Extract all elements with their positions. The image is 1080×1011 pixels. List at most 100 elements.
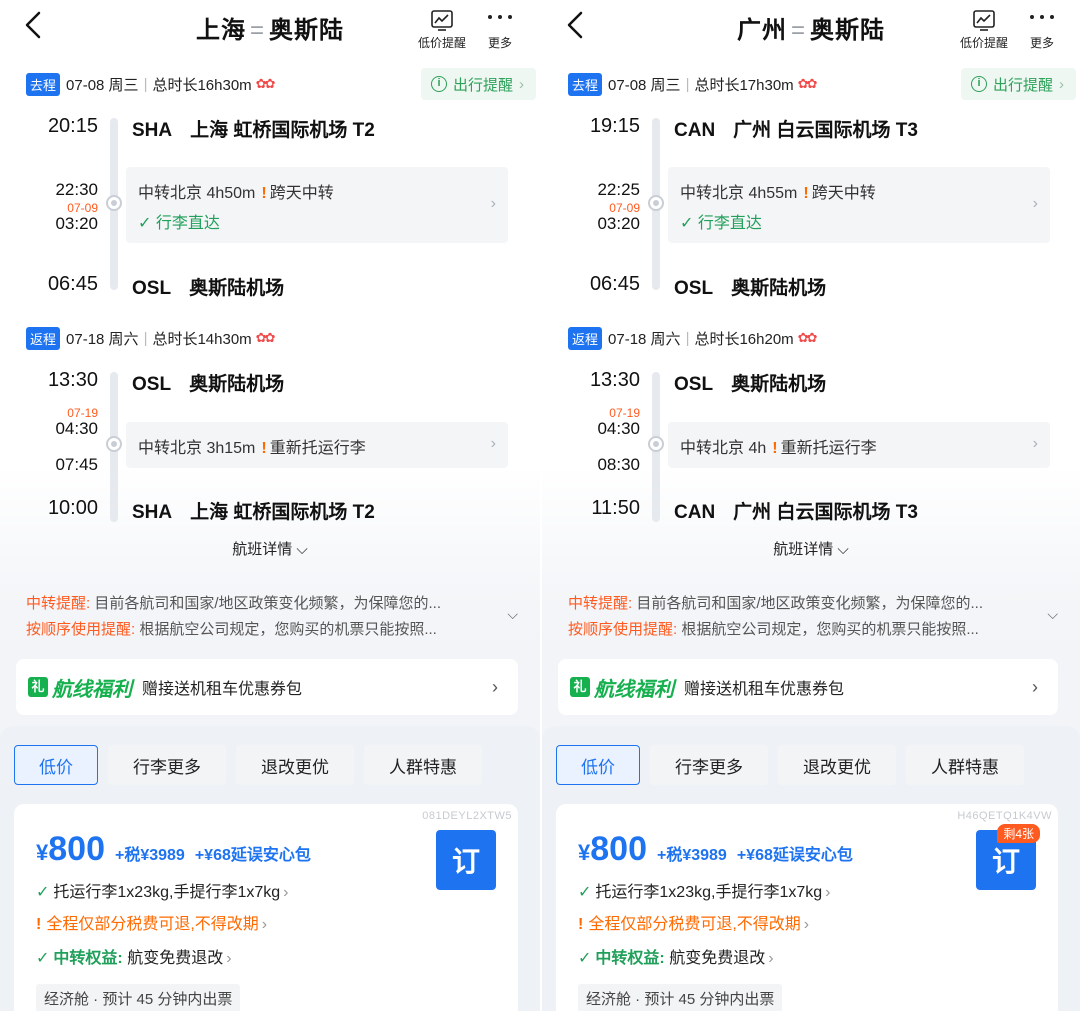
airline-logo-icon: ✿✿ [255, 76, 276, 91]
baggage-row[interactable]: ✓ 托运行李1x23kg,手提行李1x7kg › [578, 878, 830, 902]
more-button[interactable]: 更多 [480, 8, 520, 51]
route-benefit-banner[interactable]: 礼 航线福利 赠接送机租车优惠券包 › [558, 659, 1058, 715]
outbound-transfer: 中转北京 4h50m [138, 185, 256, 202]
title-origin: 上海 [195, 17, 246, 44]
outbound-dep-code: SHA [132, 120, 173, 141]
chevron-down-icon: ⌵ [833, 541, 849, 558]
outbound-transfer-box[interactable]: 中转北京 4h50m! 跨天中转 ✓ 行李直达 › [126, 167, 508, 243]
tab-low-price[interactable]: 低价 [556, 745, 640, 785]
inbound-transfer-box[interactable]: 中转北京 4h! 重新托运行李 › [668, 422, 1050, 468]
inbound-tag: 返程 [568, 326, 603, 350]
outbound-luggage-line: ✓ 行李直达 [138, 209, 220, 233]
outbound-tag: 去程 [568, 72, 603, 96]
outbound-mid-dep-time: 03:20 [55, 214, 98, 233]
tab-better-refund[interactable]: 退改更优 [236, 745, 354, 785]
travel-reminder-button[interactable]: i 出行提醒 › [960, 68, 1076, 100]
outbound-transfer: 中转北京 4h55m [680, 185, 798, 202]
tab-group-deals[interactable]: 人群特惠 [364, 745, 482, 785]
transfer-notice: 中转提醒: 目前各航司和国家/地区政策变化频繁，为保障您的... [26, 592, 490, 613]
tab-more-baggage[interactable]: 行李更多 [650, 745, 768, 785]
baggage-row[interactable]: ✓ 托运行李1x23kg,手提行李1x7kg › [36, 878, 288, 902]
outbound-transfer-box[interactable]: 中转北京 4h55m! 跨天中转 ✓ 行李直达 › [668, 167, 1050, 243]
outbound-date: 07-08 周三 [608, 76, 681, 94]
outbound-arr-airport-name: 奥斯陆机场 [189, 278, 285, 299]
notice-expand-icon[interactable]: ⌵ [1047, 606, 1058, 623]
price-alert-button[interactable]: 低价提醒 [412, 8, 472, 51]
flight-panel-shanghai: 上海 = 奥斯陆 低价提醒 更多 去程 07-08 周三 | 总时长16h30m ✿… [0, 0, 540, 1011]
cabin-info: 经济舱 · 预计 45 分钟内出票 [578, 984, 783, 1011]
gift-icon: 礼 [28, 677, 48, 697]
rights-row[interactable]: ✓ 中转权益: 航变免费退改 › [578, 944, 774, 968]
check-icon: ✓ [138, 215, 156, 232]
price-alert-label: 低价提醒 [959, 36, 1008, 50]
travel-reminder-button[interactable]: i 出行提醒 › [420, 68, 536, 100]
tickets-left-badge: 剩4张 [997, 824, 1040, 843]
inbound-dep-time: 13:30 [47, 369, 98, 391]
tab-group-deals[interactable]: 人群特惠 [906, 745, 1024, 785]
chevron-down-icon: ⌵ [292, 541, 308, 558]
fare-tabs: 低价 行李更多 退改更优 人群特惠 [14, 745, 482, 785]
flight-panel-guangzhou: 广州 = 奥斯陆 低价提醒 更多 去程 07-08 周三 | 总时长17h30m ✿… [540, 0, 1080, 1011]
outbound-dep-time: 19:15 [589, 115, 640, 137]
sequence-notice: 按顺序使用提醒: 根据航空公司规定，您购买的机票只能按照... [568, 618, 1030, 639]
outbound-mid-arr-time: 22:30 [55, 180, 98, 199]
inbound-mid-dep-time: 08:30 [597, 455, 640, 474]
transfer-notice-text: 目前各航司和国家/地区政策变化频繁，为保障您的... [632, 595, 984, 612]
divider: | [143, 329, 148, 347]
outbound-header: 去程 07-08 周三 | 总时长16h30m ✿✿ i 出行提醒 › [26, 68, 540, 100]
outbound-transfer-line: 中转北京 4h55m! 跨天中转 [680, 179, 876, 203]
inbound-transfer-dot [106, 436, 122, 452]
outbound-duration: 总时长17h30m [694, 76, 794, 94]
inbound-transfer-dot [648, 436, 664, 452]
inbound-arr-airport: CAN 广州 白云国际机场 T3 [674, 497, 918, 524]
inbound-header: 返程 07-18 周六 | 总时长14h30m ✿✿ [26, 325, 540, 351]
more-label: 更多 [1029, 36, 1054, 50]
transfer-notice-label: 中转提醒: [26, 595, 91, 612]
rights-row[interactable]: ✓ 中转权益: 航变免费退改 › [36, 944, 232, 968]
transfer-notice: 中转提醒: 目前各航司和国家/地区政策变化频繁，为保障您的... [568, 592, 1030, 613]
chevron-right-icon: › [490, 195, 496, 212]
inbound-dep-airport: OSL 奥斯陆机场 [132, 369, 284, 396]
sequence-notice-text: 根据航空公司规定，您购买的机票只能按照... [677, 621, 979, 638]
inbound-mid-dep-time: 07:45 [55, 455, 98, 474]
inbound-arr-time: 11:50 [591, 497, 640, 519]
price-tax: +税¥3989 [114, 847, 185, 864]
tab-better-refund[interactable]: 退改更优 [778, 745, 896, 785]
header: 上海 = 奥斯陆 低价提醒 更多 [0, 0, 540, 58]
more-button[interactable]: 更多 [1022, 8, 1062, 51]
title-destination: 奥斯陆 [269, 17, 344, 44]
warning-icon: ! [261, 440, 267, 457]
chevron-right-icon: › [492, 676, 498, 697]
outbound-date: 07-08 周三 [66, 76, 139, 94]
outbound-dep-code: CAN [674, 120, 716, 141]
inbound-transfer-box[interactable]: 中转北京 3h15m! 重新托运行李 › [126, 422, 508, 468]
title-separator: = [790, 17, 806, 44]
outbound-transfer-warning: 跨天中转 [811, 185, 876, 202]
outbound-arr-code: OSL [674, 278, 714, 299]
sequence-notice-label: 按顺序使用提醒: [568, 621, 678, 638]
refund-row[interactable]: ! 全程仅部分税费可退,不得改期 › [578, 910, 809, 934]
transfer-notice-text: 目前各航司和国家/地区政策变化频繁，为保障您的... [90, 595, 442, 612]
notice-expand-icon[interactable]: ⌵ [507, 606, 518, 623]
inbound-duration: 总时长16h20m [694, 330, 794, 348]
chevron-right-icon: › [803, 916, 810, 933]
refund-row[interactable]: ! 全程仅部分税费可退,不得改期 › [36, 910, 267, 934]
price-currency: ¥ [36, 840, 49, 865]
chevron-right-icon: › [1032, 195, 1038, 212]
tab-more-baggage[interactable]: 行李更多 [108, 745, 226, 785]
route-benefit-banner[interactable]: 礼 航线福利 赠接送机租车优惠券包 › [16, 659, 518, 715]
warning-icon: ! [772, 440, 778, 457]
more-dots-icon [488, 15, 512, 19]
outbound-mid-date: 07-09 [609, 201, 640, 215]
inbound-dep-time: 13:30 [589, 369, 640, 391]
warning-icon: ! [36, 916, 42, 933]
flight-detail-toggle[interactable]: 航班详情 ⌵ [0, 538, 540, 559]
inbound-dep-code: OSL [132, 374, 172, 395]
price-alert-button[interactable]: 低价提醒 [954, 8, 1014, 51]
flight-detail-toggle[interactable]: 航班详情 ⌵ [542, 538, 1080, 559]
book-button[interactable]: 订 [436, 830, 496, 890]
info-icon: i [970, 76, 987, 92]
chevron-right-icon: › [1032, 676, 1038, 697]
outbound-arr-airport-name: 奥斯陆机场 [731, 278, 827, 299]
tab-low-price[interactable]: 低价 [14, 745, 98, 785]
